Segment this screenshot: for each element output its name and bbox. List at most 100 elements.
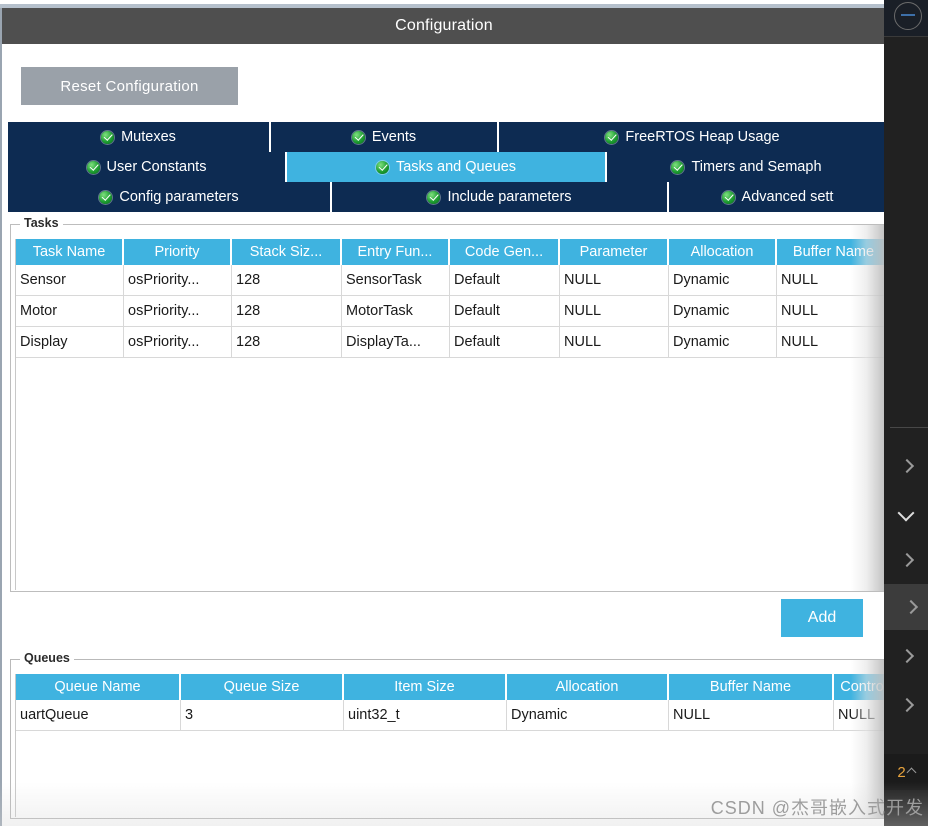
right-panel-divider: [890, 427, 928, 428]
reset-configuration-button[interactable]: Reset Configuration: [21, 67, 238, 105]
column-header[interactable]: Item Size: [344, 674, 507, 700]
tab-config-parameters[interactable]: Config parameters: [8, 182, 332, 212]
table-cell[interactable]: Default: [450, 327, 560, 357]
table-cell[interactable]: Display: [16, 327, 124, 357]
window-top-strip: [0, 0, 884, 8]
window-title-bar: Configuration: [2, 8, 884, 44]
table-cell[interactable]: NULL: [777, 327, 884, 357]
column-header[interactable]: Buffer Name: [669, 674, 834, 700]
tab-timers-and-semaph[interactable]: Timers and Semaph: [607, 152, 884, 182]
check-circle-icon: [427, 190, 441, 204]
table-cell[interactable]: osPriority...: [124, 327, 232, 357]
tab-label: Mutexes: [121, 129, 176, 145]
column-header[interactable]: Queue Size: [181, 674, 344, 700]
table-cell[interactable]: osPriority...: [124, 265, 232, 295]
tab-advanced-sett[interactable]: Advanced sett: [669, 182, 884, 212]
tab-label: Include parameters: [447, 189, 572, 205]
table-cell[interactable]: Dynamic: [669, 327, 777, 357]
toolbar: Reset Configuration: [2, 44, 884, 116]
check-circle-icon: [86, 160, 100, 174]
table-header-row: Queue Name Queue Size Item Size Allocation B…: [16, 674, 884, 700]
table-row[interactable]: uartQueue 3 uint32_t Dynamic NULL NULL: [16, 700, 884, 731]
chevron-up-icon: [906, 767, 917, 777]
tab-include-parameters[interactable]: Include parameters: [332, 182, 669, 212]
table-cell[interactable]: 128: [232, 296, 342, 326]
page-title: Configuration: [395, 17, 493, 34]
table-cell[interactable]: osPriority...: [124, 296, 232, 326]
table-row[interactable]: Motor osPriority... 128 MotorTask Default NUL…: [16, 296, 884, 327]
column-header[interactable]: Task Name: [16, 239, 124, 265]
table-cell[interactable]: Default: [450, 296, 560, 326]
table-cell[interactable]: Dynamic: [669, 296, 777, 326]
tab-row: Mutexes Events FreeRTOS Heap Usage: [8, 122, 884, 152]
table-cell[interactable]: 3: [181, 700, 344, 730]
table-cell[interactable]: NULL: [560, 327, 669, 357]
tab-freertos-heap-usage[interactable]: FreeRTOS Heap Usage: [499, 122, 884, 152]
table-cell[interactable]: NULL: [777, 296, 884, 326]
column-header[interactable]: Parameter: [560, 239, 669, 265]
column-header[interactable]: Code Gen...: [450, 239, 560, 265]
chevron-right-icon: [899, 458, 915, 474]
check-circle-icon: [101, 130, 115, 144]
queues-groupbox: Queues Queue Name Queue Size Item Size Allo…: [10, 651, 884, 819]
column-header[interactable]: Stack Siz...: [232, 239, 342, 265]
tab-label: Tasks and Queues: [395, 159, 517, 175]
tasks-groupbox: Tasks Task Name Priority Stack Siz... Entry…: [10, 216, 884, 592]
tab-label: Config parameters: [119, 189, 239, 205]
table-cell[interactable]: MotorTask: [342, 296, 450, 326]
table-cell[interactable]: 128: [232, 265, 342, 295]
column-header[interactable]: Allocation: [507, 674, 669, 700]
table-cell[interactable]: Default: [450, 265, 560, 295]
column-header[interactable]: Allocation: [669, 239, 777, 265]
check-circle-icon: [605, 130, 619, 144]
check-circle-icon: [99, 190, 113, 204]
table-cell[interactable]: NULL: [560, 296, 669, 326]
table-cell[interactable]: NULL: [560, 265, 669, 295]
chevron-down-icon: [897, 504, 915, 522]
tab-tasks-and-queues[interactable]: Tasks and Queues: [287, 152, 607, 182]
tab-events[interactable]: Events: [271, 122, 499, 152]
table-cell[interactable]: Dynamic: [669, 265, 777, 295]
right-panel-header: [884, 0, 928, 37]
table-cell[interactable]: NULL: [669, 700, 834, 730]
table-header-row: Task Name Priority Stack Siz... Entry Fun..…: [16, 239, 884, 265]
table-cell[interactable]: NULL: [834, 700, 884, 730]
app-root: Configuration Reset Configuration Mutexe…: [0, 0, 928, 826]
right-side-panel: 2: [884, 0, 928, 826]
panel-chevron-down-item[interactable]: [884, 490, 928, 536]
tasks-group-title: Tasks: [20, 216, 63, 230]
tab-user-constants[interactable]: User Constants: [8, 152, 287, 182]
tab-label: Timers and Semaph: [691, 159, 822, 175]
table-row[interactable]: Display osPriority... 128 DisplayTa... Defau…: [16, 327, 884, 358]
tab-mutexes[interactable]: Mutexes: [8, 122, 271, 152]
table-cell[interactable]: Motor: [16, 296, 124, 326]
table-cell[interactable]: 128: [232, 327, 342, 357]
table-cell[interactable]: uartQueue: [16, 700, 181, 730]
column-header[interactable]: Queue Name: [16, 674, 181, 700]
panel-chevron-right-item[interactable]: [884, 633, 928, 679]
tasks-table: Task Name Priority Stack Siz... Entry Fun..…: [15, 239, 884, 590]
chevron-right-icon: [899, 697, 915, 713]
table-row[interactable]: Sensor osPriority... 128 SensorTask Default N…: [16, 265, 884, 296]
table-cell[interactable]: Dynamic: [507, 700, 669, 730]
right-panel-count: 2: [897, 763, 906, 781]
tab-label: FreeRTOS Heap Usage: [625, 129, 780, 145]
right-panel-footer: 2: [884, 754, 928, 790]
panel-chevron-right-item[interactable]: [884, 682, 928, 728]
table-cell[interactable]: NULL: [777, 265, 884, 295]
panel-chevron-right-item[interactable]: [884, 443, 928, 489]
add-task-button[interactable]: Add: [781, 599, 863, 637]
table-cell[interactable]: Sensor: [16, 265, 124, 295]
zoom-out-icon[interactable]: [894, 2, 922, 30]
panel-chevron-right-item[interactable]: [884, 537, 928, 583]
column-header[interactable]: Buffer Name: [777, 239, 884, 265]
tab-label: Advanced sett: [741, 189, 834, 205]
panel-chevron-right-item[interactable]: [884, 584, 928, 630]
column-header[interactable]: Entry Fun...: [342, 239, 450, 265]
chevron-right-icon: [903, 599, 919, 615]
table-cell[interactable]: DisplayTa...: [342, 327, 450, 357]
column-header[interactable]: Contro: [834, 674, 884, 700]
column-header[interactable]: Priority: [124, 239, 232, 265]
table-cell[interactable]: uint32_t: [344, 700, 507, 730]
table-cell[interactable]: SensorTask: [342, 265, 450, 295]
